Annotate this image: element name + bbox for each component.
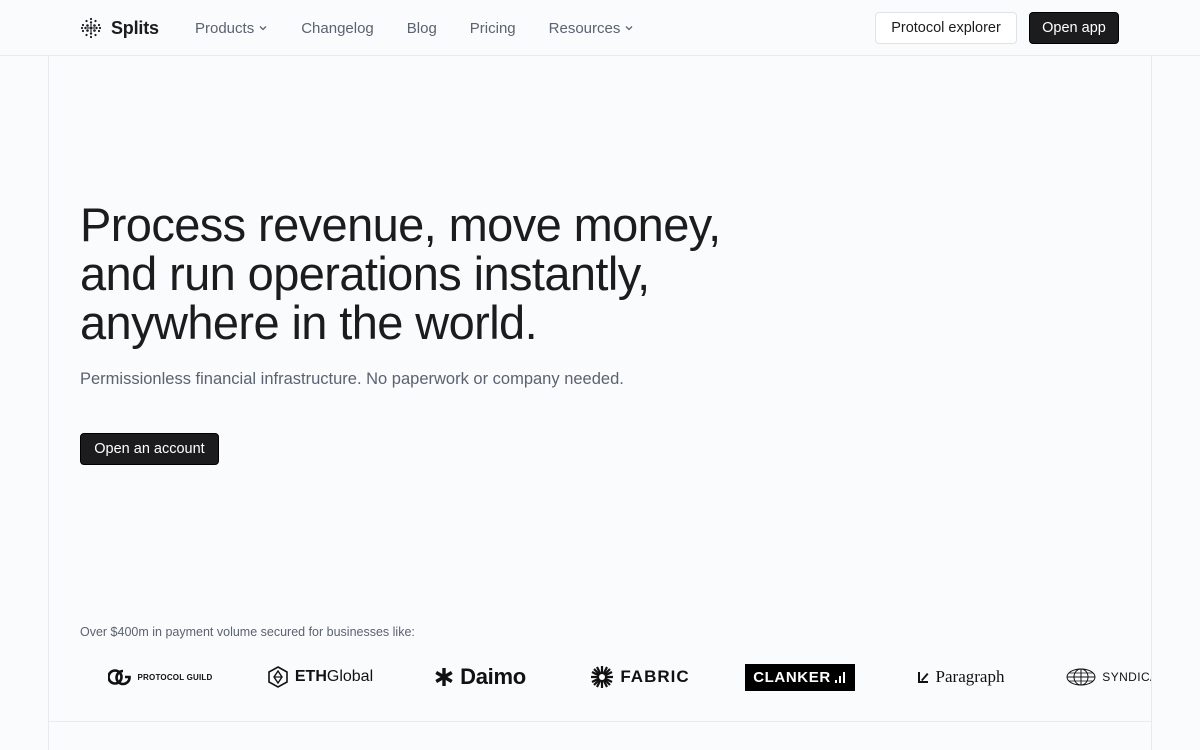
customer-logo-name: FABRIC [620, 667, 690, 686]
frame-right-line [1151, 56, 1152, 750]
globe-icon [1066, 668, 1096, 686]
customer-logo-name: ETHGlobal [294, 668, 374, 685]
open-app-button[interactable]: Open app [1029, 12, 1119, 44]
nav-item-blog[interactable]: Blog [407, 20, 437, 37]
nav-label: Products [195, 19, 255, 37]
nav-item-changelog[interactable]: Changelog [301, 20, 374, 37]
hero-title-line: Process revenue, move money, [80, 198, 721, 251]
customer-logo-name: SYNDICATE [1102, 670, 1151, 684]
protocol-explorer-button[interactable]: Protocol explorer [875, 12, 1017, 44]
nav-label: Changelog [301, 19, 374, 37]
hero-title: Process revenue, move money, and run ope… [80, 200, 780, 347]
brand-name: Splits [111, 17, 159, 38]
customer-logo-clanker: CLANKER [720, 657, 880, 697]
logos-caption: Over $400m in payment volume secured for… [80, 625, 415, 639]
hero-subtitle: Permissionless financial infrastructure.… [80, 370, 624, 388]
customer-logo-protocol-guild: PROTOCOL GUILD [80, 657, 240, 697]
main-nav: Products Changelog Blog Pricing Resource… [195, 0, 667, 56]
nav-label: Blog [406, 19, 437, 37]
bars-icon [834, 672, 845, 683]
ethglobal-logo-icon [268, 666, 288, 688]
splits-logo-icon [80, 17, 102, 39]
customer-logo-paragraph: Paragraph [880, 657, 1040, 697]
nav-item-products[interactable]: Products [195, 20, 268, 37]
customer-logo-name: Daimo [460, 664, 526, 689]
paragraph-logo-icon [917, 672, 929, 683]
customer-logo-name: CLANKER [753, 668, 831, 686]
customer-logo-name: PROTOCOL GUILD [137, 672, 213, 682]
customer-logo-name: Paragraph [935, 667, 1005, 686]
brand-logo-link[interactable]: Splits [80, 16, 159, 40]
nav-label: Pricing [469, 19, 516, 37]
hero-title-line: and run operations instantly, [80, 247, 650, 300]
frame-left-line [48, 56, 49, 750]
clanker-badge: CLANKER [745, 663, 855, 691]
nav-label: Resources [548, 19, 621, 37]
nav-item-pricing[interactable]: Pricing [470, 20, 516, 37]
fabric-star-icon [591, 666, 614, 688]
protocol-guild-logo-icon [107, 669, 131, 686]
asterisk-icon [435, 668, 453, 686]
hero-title-line: anywhere in the world. [80, 296, 538, 349]
customer-logo-fabric: FABRIC [560, 657, 720, 697]
chevron-down-icon [625, 26, 633, 31]
customer-logo-syndicate: SYNDICATE [1040, 657, 1151, 697]
open-account-button[interactable]: Open an account [80, 433, 219, 465]
nav-item-resources[interactable]: Resources [549, 20, 635, 37]
chevron-down-icon [259, 26, 267, 31]
site-header: Splits Products Changelog Blog Pricing R… [0, 0, 1200, 56]
customer-logo-daimo: Daimo [400, 657, 560, 697]
customer-logo-ethglobal: ETHGlobal [240, 657, 400, 697]
frame-bottom-line [48, 721, 1152, 722]
customer-logos-strip: PROTOCOL GUILD ETHGlobal Daimo FABRIC CL… [80, 657, 1151, 697]
